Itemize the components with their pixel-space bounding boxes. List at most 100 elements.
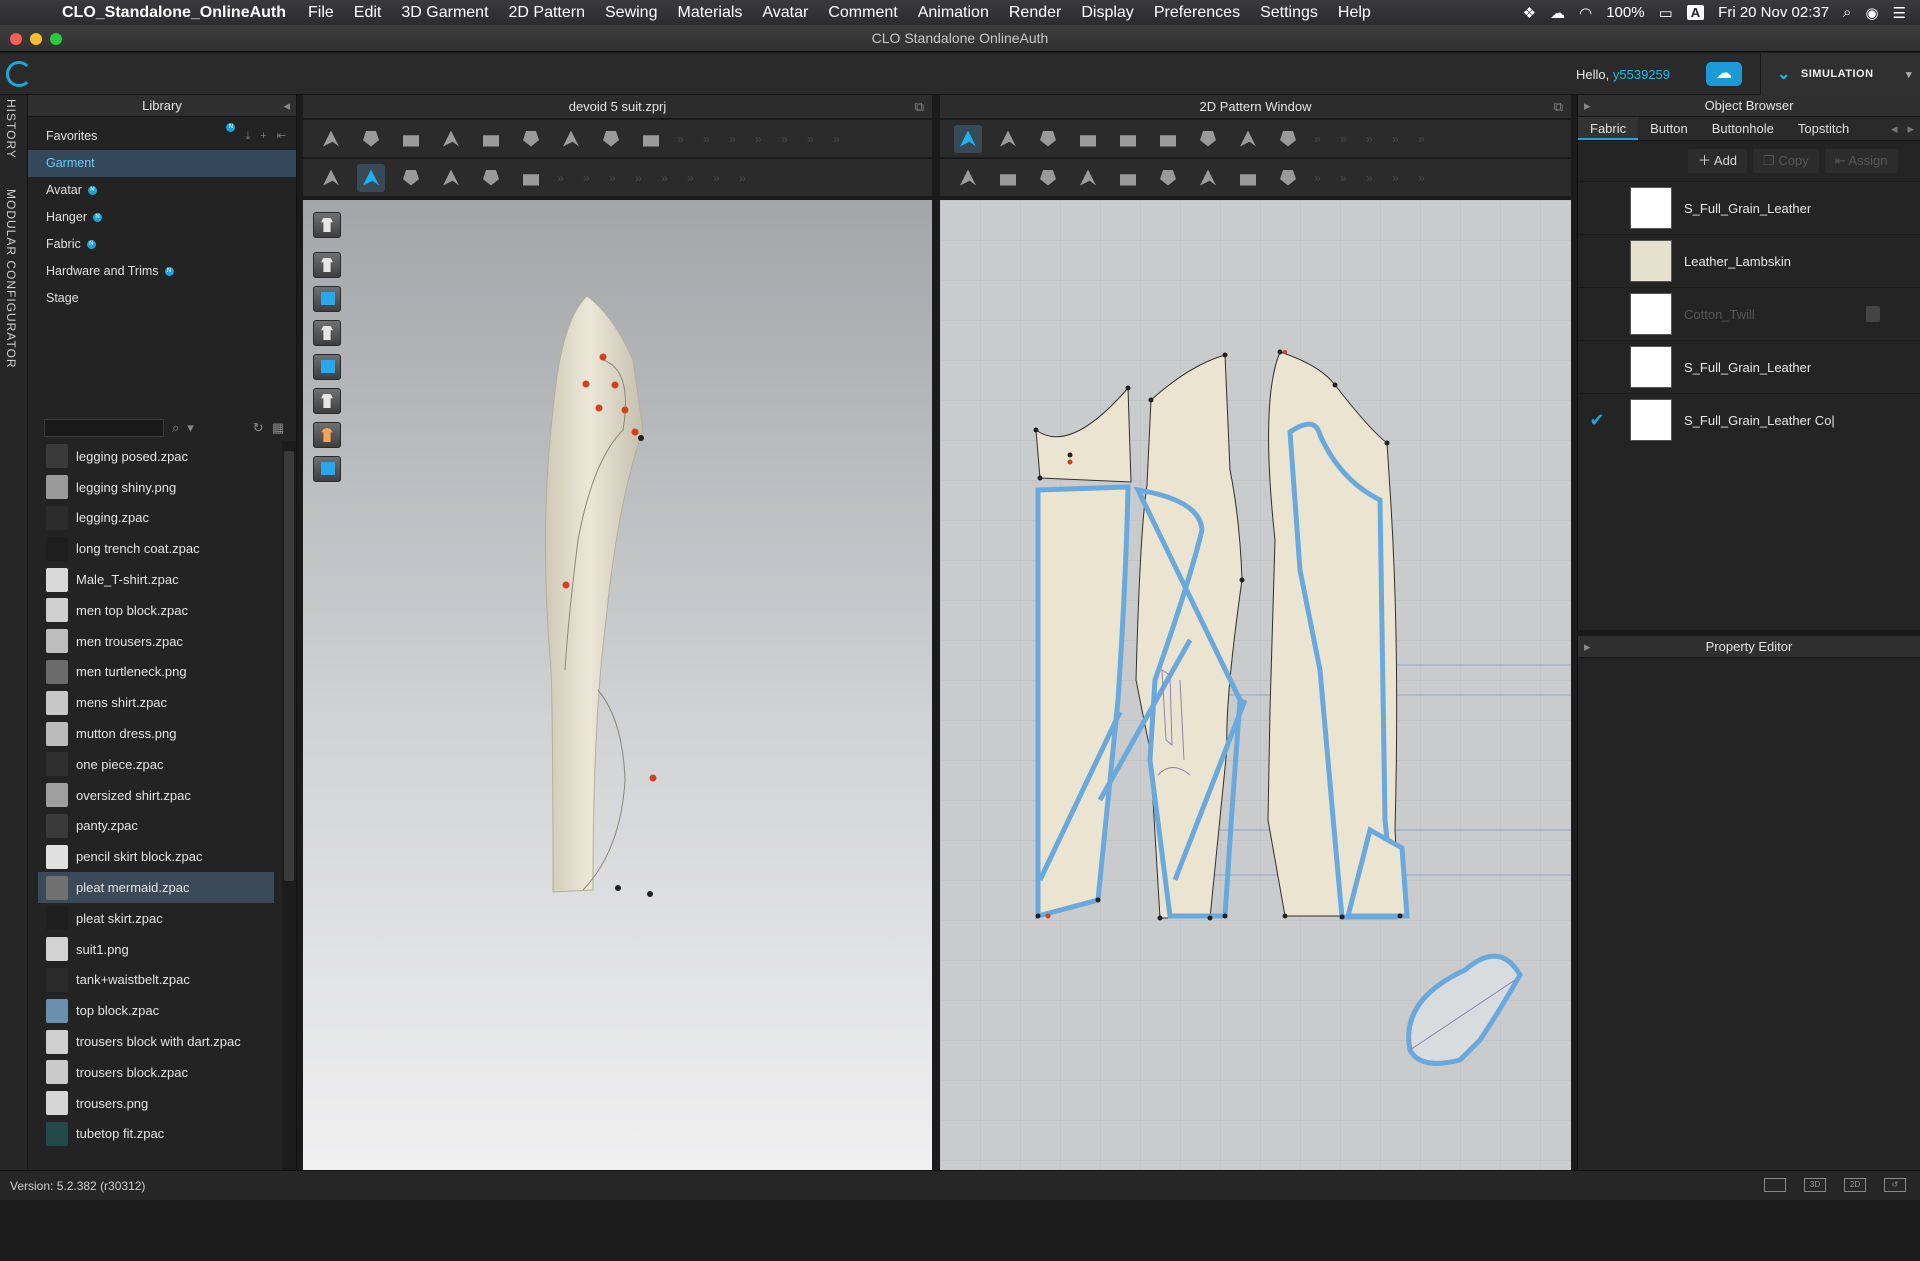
fabric-swatch[interactable]	[1630, 187, 1672, 229]
library-file-item[interactable]: long trench coat.zpac	[38, 533, 274, 564]
menu-help[interactable]: Help	[1328, 4, 1381, 22]
fabric-swatch[interactable]	[1630, 346, 1672, 388]
simulation-button[interactable]: ⌄ SIMULATION ▾	[1760, 53, 1920, 95]
tab-modular-configurator[interactable]: MODULAR CONFIGURATOR	[4, 189, 18, 369]
fabric-texture-tool-icon[interactable]	[637, 125, 665, 153]
dart-tool-icon[interactable]	[1194, 125, 1222, 153]
garment-fit-tool-icon[interactable]	[357, 163, 385, 192]
menu-materials[interactable]: Materials	[667, 4, 752, 22]
view-2d-button[interactable]: 2D	[1844, 1178, 1866, 1192]
simulation-tool-icon[interactable]	[317, 125, 345, 153]
library-file-item[interactable]: mutton dress.png	[38, 718, 274, 749]
free-sewing-icon[interactable]	[994, 164, 1022, 192]
garment-template-icon[interactable]	[1154, 164, 1182, 192]
add-folder-icon[interactable]: +	[260, 123, 266, 150]
library-file-item[interactable]: tubetop fit.zpac	[38, 1119, 274, 1150]
username[interactable]: y5539259	[1613, 67, 1670, 82]
polygon-tool-icon[interactable]	[1074, 125, 1102, 153]
tabs-scroll-right-icon[interactable]: ▸	[1901, 117, 1920, 140]
library-category-avatar[interactable]: Avatar N	[28, 177, 296, 204]
library-file-item[interactable]: pleat mermaid.zpac	[38, 872, 274, 903]
fabric-item[interactable]: S_Full_Grain_Leather	[1578, 340, 1920, 393]
library-file-item[interactable]: panty.zpac	[38, 811, 274, 842]
menu-preferences[interactable]: Preferences	[1144, 4, 1250, 22]
split-view-icon[interactable]	[1764, 1178, 1786, 1192]
menu-2d-pattern[interactable]: 2D Pattern	[499, 4, 595, 22]
seam-line-icon[interactable]	[437, 164, 465, 192]
fabric-item[interactable]: Cotton_Twill	[1578, 287, 1920, 340]
notch-tool-icon[interactable]	[1274, 125, 1302, 153]
trace-tool-icon[interactable]	[1234, 125, 1262, 153]
fabric-swatch[interactable]	[1630, 240, 1672, 282]
fold-tool-icon[interactable]	[437, 125, 465, 153]
fabric-item[interactable]: Leather_Lambskin	[1578, 234, 1920, 287]
popout-icon[interactable]: ⧉	[915, 95, 924, 119]
topstitch-3d-icon[interactable]	[477, 164, 505, 192]
menu-3d-garment[interactable]: 3D Garment	[391, 4, 498, 22]
viewport-3d[interactable]	[303, 200, 932, 1170]
control-center-icon[interactable]: ☰	[1893, 4, 1906, 22]
menu-settings[interactable]: Settings	[1250, 4, 1328, 22]
internal-rectangle-icon[interactable]	[1154, 125, 1182, 153]
segment-sewing-icon[interactable]	[954, 164, 982, 192]
siri-icon[interactable]: ◉	[1865, 4, 1878, 22]
library-file-item[interactable]: legging posed.zpac	[38, 441, 274, 472]
avatar-pose-icon[interactable]	[317, 164, 345, 192]
arrangement-points-icon[interactable]	[477, 125, 505, 153]
wifi-icon[interactable]: ◠	[1579, 4, 1592, 22]
minimize-window-button[interactable]	[30, 33, 42, 45]
clock[interactable]: Fri 20 Nov 02:37	[1718, 4, 1829, 21]
fabric-checkmark-icon[interactable]: ✔	[1578, 410, 1616, 431]
garment-3d-sleeve[interactable]	[303, 200, 932, 1170]
select-box-tool-icon[interactable]	[397, 125, 425, 153]
tab-button[interactable]: Button	[1638, 117, 1700, 140]
battery-percent[interactable]: 100%	[1606, 4, 1644, 21]
collapse-library-icon[interactable]: ◂	[283, 95, 290, 117]
tab-fabric[interactable]: Fabric	[1578, 117, 1639, 140]
edit-sewing-icon[interactable]	[1034, 164, 1062, 192]
check-sewing-icon[interactable]	[1074, 164, 1102, 192]
library-file-item[interactable]: suit1.png	[38, 934, 274, 965]
collapse-property-editor-icon[interactable]: ▸	[1584, 636, 1591, 658]
input-source-icon[interactable]: A	[1686, 5, 1705, 20]
library-file-item[interactable]: pleat skirt.zpac	[38, 903, 274, 934]
library-file-item[interactable]: oversized shirt.zpac	[38, 780, 274, 811]
back-icon[interactable]: ⇤	[277, 123, 286, 150]
menu-render[interactable]: Render	[999, 4, 1071, 22]
library-file-item[interactable]: top block.zpac	[38, 995, 274, 1026]
library-file-item[interactable]: pencil skirt block.zpac	[38, 841, 274, 872]
library-file-item[interactable]: men top block.zpac	[38, 595, 274, 626]
menu-animation[interactable]: Animation	[908, 4, 999, 22]
menu-file[interactable]: File	[298, 4, 344, 22]
viewport-2d[interactable]	[940, 200, 1571, 1170]
library-file-item[interactable]: legging.zpac	[38, 503, 274, 534]
pin-tool-icon[interactable]	[557, 125, 585, 153]
library-file-item[interactable]: men turtleneck.png	[38, 657, 274, 688]
pattern-canvas[interactable]	[940, 200, 1571, 1170]
rectangle-tool-icon[interactable]	[1114, 125, 1142, 153]
refresh-icon[interactable]: ↻	[253, 420, 264, 436]
menu-comment[interactable]: Comment	[818, 4, 907, 22]
buttonhole-tool-icon[interactable]	[1274, 164, 1302, 192]
view-3d-button[interactable]: 3D	[1804, 1178, 1826, 1192]
library-category-stage[interactable]: Stage	[28, 285, 296, 312]
cloud-sync-button[interactable]: ☁	[1706, 62, 1742, 86]
tab-history[interactable]: HISTORY	[4, 99, 18, 159]
library-category-hardware-trims[interactable]: Hardware and Trims N	[28, 258, 296, 285]
measure-tool-icon[interactable]	[597, 125, 625, 153]
copy-fabric-button[interactable]: ❐ Copy	[1753, 149, 1819, 173]
edit-pattern-icon[interactable]	[994, 125, 1022, 153]
edit-curvature-icon[interactable]	[1034, 125, 1062, 153]
library-file-item[interactable]: trousers block with dart.zpac	[38, 1026, 274, 1057]
popout-icon[interactable]: ⧉	[1554, 95, 1563, 119]
menu-avatar[interactable]: Avatar	[752, 4, 818, 22]
library-search-input[interactable]	[44, 419, 164, 437]
reset-layout-icon[interactable]: ↺	[1884, 1178, 1906, 1192]
spotlight-search-icon[interactable]: ⌕	[1843, 4, 1851, 21]
library-file-item[interactable]: trousers.png	[38, 1088, 274, 1119]
add-fabric-button[interactable]: ＋ Add	[1688, 149, 1748, 173]
collapse-object-browser-icon[interactable]: ▸	[1584, 95, 1591, 117]
library-file-item[interactable]: trousers block.zpac	[38, 1057, 274, 1088]
fabric-swatch[interactable]	[1630, 293, 1672, 335]
transform-pattern-icon[interactable]	[954, 124, 982, 153]
